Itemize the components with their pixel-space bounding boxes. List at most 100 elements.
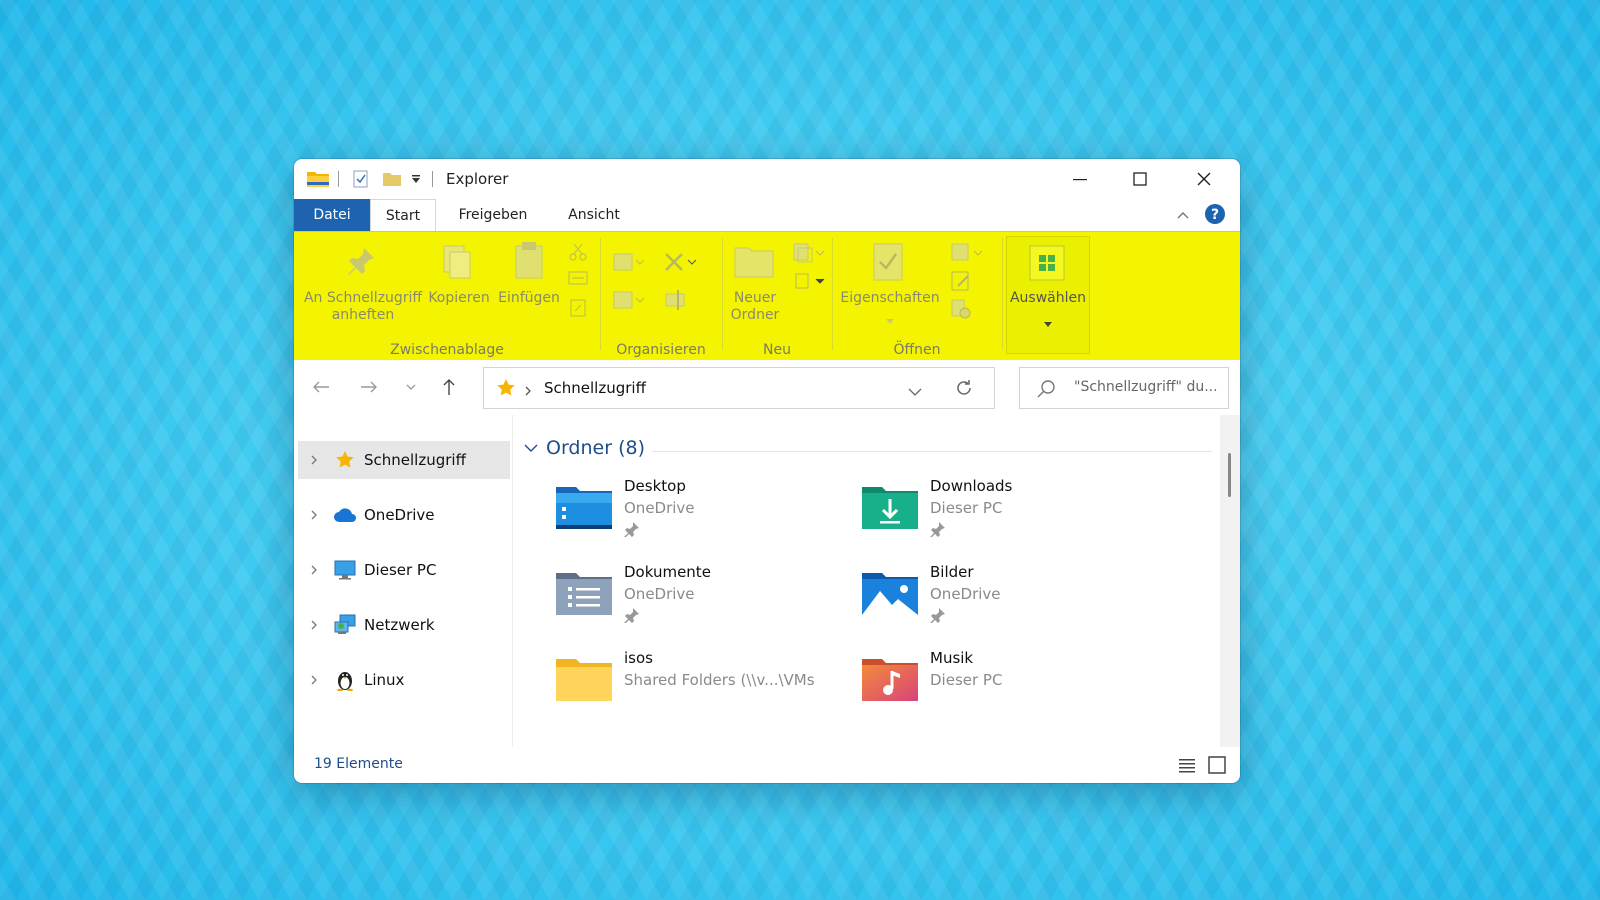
- sidebar-item-label: Netzwerk: [364, 616, 435, 634]
- large-icons-view-icon[interactable]: [1208, 756, 1226, 778]
- forward-button[interactable]: [354, 373, 384, 401]
- documents-folder-icon: [554, 567, 614, 619]
- chevron-right-icon[interactable]: [298, 509, 330, 521]
- ribbon-tabs: Datei Start Freigeben Ansicht ?: [294, 199, 1240, 231]
- copy-path-icon[interactable]: [568, 270, 588, 290]
- new-item-icon[interactable]: [792, 242, 826, 268]
- copy-to-icon[interactable]: [612, 288, 646, 316]
- folder-app-icon: [306, 170, 330, 188]
- group-title: Ordner (8): [546, 437, 645, 459]
- folder-location: Shared Folders (\\v...\VMs: [624, 671, 815, 689]
- sidebar-item-quick-access[interactable]: Schnellzugriff: [298, 441, 510, 479]
- chevron-right-icon[interactable]: [298, 564, 330, 576]
- tab-start[interactable]: Start: [370, 199, 436, 231]
- arrow-left-icon: [313, 381, 329, 393]
- properties-qa-icon[interactable]: [352, 170, 370, 188]
- item-count: 19 Elemente: [314, 756, 403, 772]
- search-input[interactable]: "Schnellzugriff" du...: [1074, 379, 1218, 395]
- folder-name: Bilder: [930, 563, 974, 581]
- edit-icon[interactable]: [950, 270, 972, 296]
- pin-icon: [624, 521, 640, 541]
- rename-icon[interactable]: [664, 288, 690, 316]
- tab-view[interactable]: Ansicht: [546, 199, 642, 231]
- ribbon-panel: An Schnellzugriff anheften Kopieren Einf…: [294, 231, 1240, 360]
- arrow-right-icon: [361, 381, 377, 393]
- help-icon[interactable]: ?: [1204, 203, 1226, 229]
- window-title: Explorer: [446, 170, 509, 188]
- folder-name: Downloads: [930, 477, 1013, 495]
- folder-item-desktop[interactable]: Desktop OneDrive: [554, 477, 854, 559]
- folder-icon: [554, 653, 614, 705]
- properties-dropdown-icon[interactable]: [886, 310, 894, 329]
- sidebar-item-linux[interactable]: Linux: [298, 661, 510, 699]
- search-box[interactable]: "Schnellzugriff" du...: [1019, 367, 1229, 409]
- title-bar: Explorer: [294, 159, 1240, 199]
- network-icon: [330, 614, 360, 636]
- minimize-button[interactable]: [1050, 159, 1110, 199]
- customize-qa-icon[interactable]: [410, 170, 422, 188]
- status-bar: 19 Elemente: [294, 747, 1240, 783]
- details-view-icon[interactable]: [1178, 757, 1196, 777]
- address-bar[interactable]: Schnellzugriff: [483, 367, 995, 409]
- new-folder-qa-icon[interactable]: [382, 170, 402, 188]
- folder-location: Dieser PC: [930, 499, 1003, 517]
- folder-item-downloads[interactable]: Downloads Dieser PC: [860, 477, 1160, 559]
- close-button[interactable]: [1174, 159, 1234, 199]
- select-dropdown-icon: [1044, 313, 1052, 332]
- pin-quick-access-button[interactable]: An Schnellzugriff anheften: [302, 290, 424, 324]
- chevron-down-icon: [524, 444, 538, 452]
- sidebar-item-label: Schnellzugriff: [364, 451, 466, 469]
- folder-item-documents[interactable]: Dokumente OneDrive: [554, 563, 854, 645]
- recent-locations-button[interactable]: [396, 373, 426, 401]
- sidebar-item-network[interactable]: Netzwerk: [298, 606, 510, 644]
- tab-share[interactable]: Freigeben: [444, 199, 542, 231]
- sidebar-item-onedrive[interactable]: OneDrive: [298, 496, 510, 534]
- music-folder-icon: [860, 653, 920, 705]
- select-button[interactable]: Auswählen: [1006, 236, 1090, 354]
- history-icon[interactable]: [950, 298, 972, 324]
- cloud-icon: [330, 507, 360, 523]
- pin-icon: [624, 607, 640, 627]
- properties-button[interactable]: Eigenschaften: [840, 290, 940, 307]
- group-clipboard-label: Zwischenablage: [390, 342, 504, 358]
- star-icon: [330, 450, 360, 470]
- penguin-icon: [330, 669, 360, 691]
- pin-icon: [930, 607, 946, 627]
- delete-icon[interactable]: [662, 250, 700, 278]
- refresh-icon[interactable]: [954, 378, 974, 402]
- move-to-icon[interactable]: [612, 250, 646, 278]
- collapse-ribbon-icon[interactable]: [1176, 207, 1190, 226]
- pin-icon: [344, 244, 378, 282]
- paste-shortcut-icon[interactable]: [568, 298, 588, 322]
- folder-item-pictures[interactable]: Bilder OneDrive: [860, 563, 1160, 645]
- easy-access-icon[interactable]: [792, 270, 826, 296]
- open-icon[interactable]: [950, 242, 984, 268]
- chevron-right-icon[interactable]: [298, 619, 330, 631]
- tab-file[interactable]: Datei: [294, 199, 370, 231]
- new-folder-button[interactable]: Neuer Ordner: [720, 290, 790, 324]
- paste-button[interactable]: Einfügen: [496, 290, 562, 307]
- up-button[interactable]: [434, 373, 464, 401]
- folder-item-isos[interactable]: isos Shared Folders (\\v...\VMs: [554, 649, 854, 731]
- minimize-icon: [1073, 179, 1087, 181]
- breadcrumb[interactable]: Schnellzugriff: [544, 379, 646, 397]
- address-dropdown-icon[interactable]: [908, 382, 922, 401]
- vertical-scrollbar[interactable]: [1220, 415, 1240, 747]
- folder-name: Desktop: [624, 477, 686, 495]
- chevron-right-icon[interactable]: [298, 674, 330, 686]
- maximize-button[interactable]: [1110, 159, 1170, 199]
- monitor-icon: [330, 560, 360, 580]
- cut-icon[interactable]: [568, 242, 588, 266]
- chevron-down-icon: [406, 384, 416, 390]
- back-button[interactable]: [306, 373, 336, 401]
- pin-icon: [930, 521, 946, 541]
- folder-item-music[interactable]: Musik Dieser PC: [860, 649, 1160, 731]
- downloads-folder-icon: [860, 481, 920, 533]
- copy-button[interactable]: Kopieren: [428, 290, 490, 307]
- scrollbar-thumb[interactable]: [1228, 453, 1231, 497]
- desktop-folder-icon: [554, 481, 614, 533]
- chevron-right-icon[interactable]: [298, 454, 330, 466]
- sidebar-item-this-pc[interactable]: Dieser PC: [298, 551, 510, 589]
- star-icon: [496, 378, 516, 402]
- group-header[interactable]: Ordner (8): [524, 437, 645, 459]
